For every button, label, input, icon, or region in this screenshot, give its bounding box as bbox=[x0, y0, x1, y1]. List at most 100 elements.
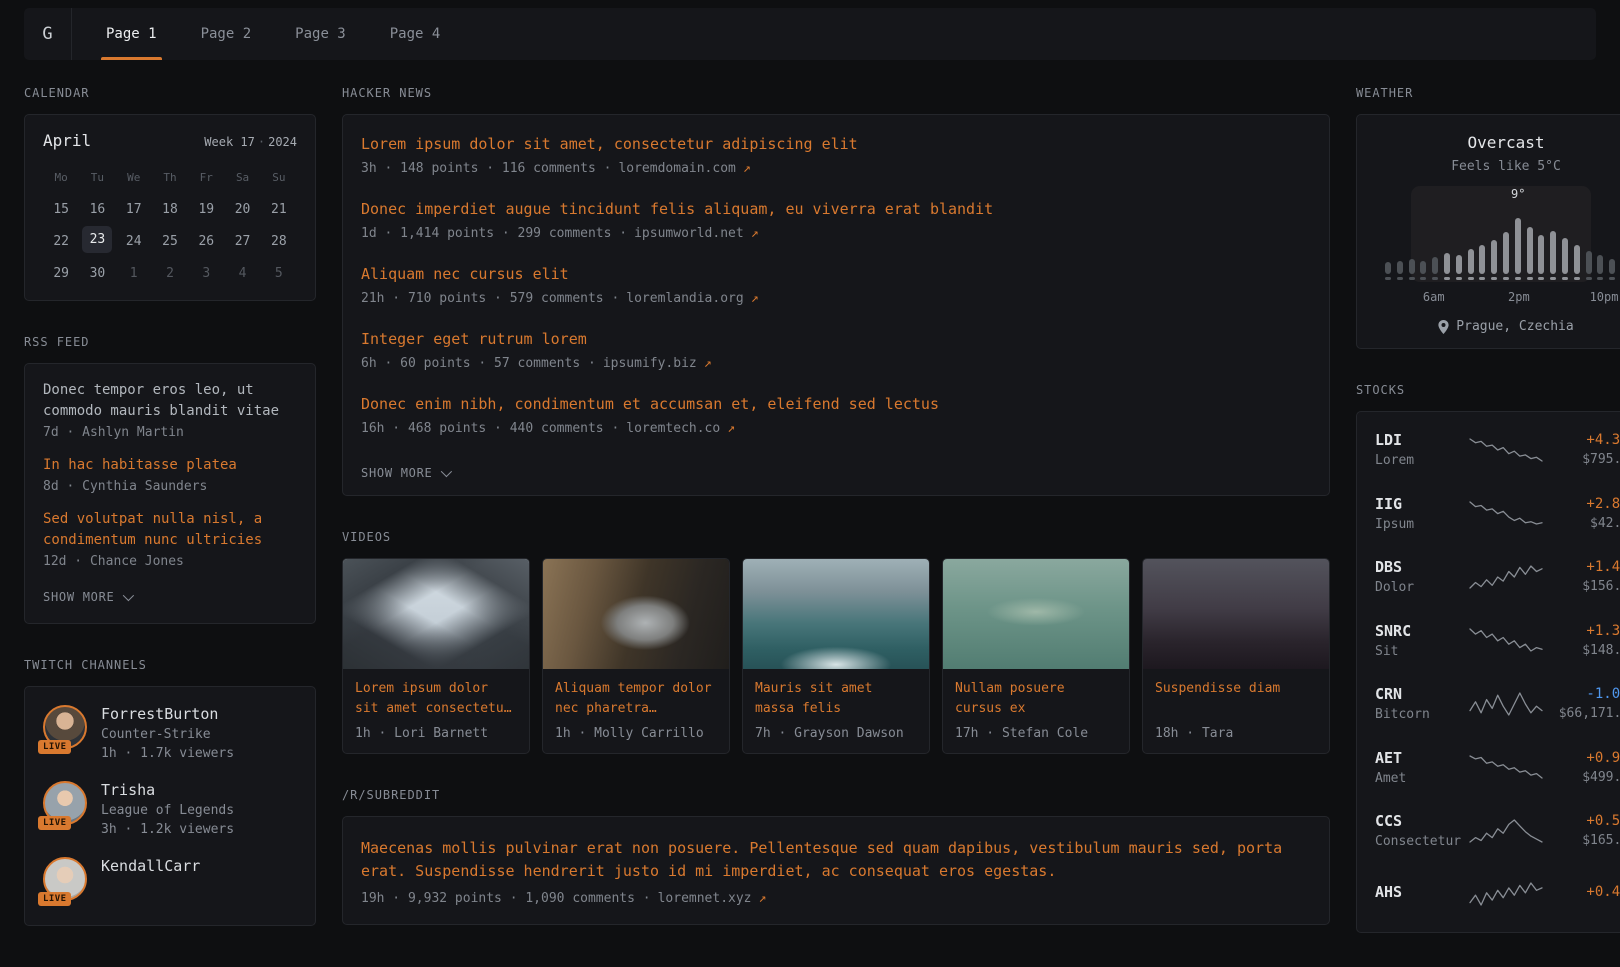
external-link-icon[interactable]: ↗ bbox=[751, 226, 759, 241]
stock-price: $499.72 bbox=[1544, 770, 1620, 785]
weather-hour-bar bbox=[1609, 259, 1615, 280]
rss-item-headline[interactable]: In hac habitasse platea bbox=[43, 455, 297, 476]
twitch-channel-name[interactable]: KendallCarr bbox=[101, 857, 200, 875]
calendar-day-header: Fr bbox=[188, 162, 224, 192]
calendar-day-header: We bbox=[116, 162, 152, 192]
video-meta: 1h · Molly Carrillo bbox=[555, 726, 717, 741]
weather-widget: WEATHER Overcast Feels like 5°C 9° 6am2p… bbox=[1356, 86, 1620, 349]
stock-values: +0.46% bbox=[1544, 884, 1620, 904]
stock-price: $42.04 bbox=[1544, 516, 1620, 531]
topbar: G Page 1 Page 2 Page 3 Page 4 bbox=[24, 8, 1596, 60]
news-item-stats: 21h · 710 points · 579 comments · bbox=[361, 291, 619, 306]
stock-name: Bitcorn bbox=[1375, 707, 1468, 722]
calendar-day-header: Mo bbox=[43, 162, 79, 192]
news-item: Lorem ipsum dolor sit amet, consectetur … bbox=[361, 135, 1311, 176]
chevron-down-icon bbox=[122, 590, 133, 601]
twitch-channel-name[interactable]: ForrestBurton bbox=[101, 705, 234, 723]
news-item-domain[interactable]: loremtech.co bbox=[626, 421, 720, 436]
video-card[interactable]: Nullam posuere cursus ex 17h · Stefan Co… bbox=[942, 558, 1130, 754]
news-item-domain[interactable]: loremdomain.com bbox=[618, 161, 735, 176]
stock-name: Lorem bbox=[1375, 453, 1468, 468]
calendar-day: 22 bbox=[43, 226, 79, 256]
rss-widget: RSS FEED Donec tempor eros leo, ut commo… bbox=[24, 335, 316, 624]
twitch-channel-row[interactable]: LIVE Trisha League of Legends 3h · 1.2k … bbox=[43, 781, 297, 837]
news-item-headline[interactable]: Aliquam nec cursus elit bbox=[361, 265, 1311, 283]
video-meta: 1h · Lori Barnett bbox=[355, 726, 517, 741]
video-name[interactable]: Suspendisse diam bbox=[1155, 679, 1317, 720]
app-logo[interactable]: G bbox=[24, 8, 72, 60]
hacker-news-show-more-button[interactable]: SHOW MORE bbox=[361, 466, 449, 480]
subreddit-post-domain[interactable]: loremnet.xyz bbox=[658, 891, 752, 906]
weather-hour-bar bbox=[1550, 231, 1556, 280]
rss-show-more-button[interactable]: SHOW MORE bbox=[43, 590, 131, 604]
external-link-icon[interactable]: ↗ bbox=[727, 421, 735, 436]
stock-change: +0.46% bbox=[1544, 884, 1620, 900]
hacker-news-title: HACKER NEWS bbox=[342, 86, 1330, 100]
news-item-headline[interactable]: Donec enim nibh, condimentum et accumsan… bbox=[361, 395, 1311, 413]
twitch-channel-row[interactable]: LIVE KendallCarr bbox=[43, 857, 297, 901]
rss-item[interactable]: Donec tempor eros leo, ut commodo mauris… bbox=[43, 380, 297, 440]
video-name[interactable]: Lorem ipsum dolor sit amet consectetu… bbox=[355, 679, 517, 720]
twitch-channel-name[interactable]: Trisha bbox=[101, 781, 234, 799]
calendar-day-selected: 23 bbox=[82, 226, 112, 253]
rss-item-headline[interactable]: Sed volutpat nulla nisl, a condimentum n… bbox=[43, 509, 297, 551]
news-item-headline[interactable]: Donec imperdiet augue tincidunt felis al… bbox=[361, 200, 1311, 218]
rss-item[interactable]: In hac habitasse platea 8d · Cynthia Sau… bbox=[43, 455, 297, 494]
twitch-widget: TWITCH CHANNELS LIVE ForrestBurton Count… bbox=[24, 658, 316, 926]
video-name[interactable]: Aliquam tempor dolor nec pharetra… bbox=[555, 679, 717, 720]
video-card[interactable]: Mauris sit amet massa felis 7h · Grayson… bbox=[742, 558, 930, 754]
external-link-icon[interactable]: ↗ bbox=[751, 291, 759, 306]
stock-row: CCS Consectetur +0.51% $165.84 bbox=[1375, 799, 1620, 863]
news-item-domain[interactable]: loremlandia.org bbox=[626, 291, 743, 306]
stock-name: Dolor bbox=[1375, 580, 1468, 595]
stock-row: SNRC Sit +1.36% $148.64 bbox=[1375, 609, 1620, 673]
video-card[interactable]: Aliquam tempor dolor nec pharetra… 1h · … bbox=[542, 558, 730, 754]
twitch-channel-meta: 1h · 1.7k viewers bbox=[101, 746, 234, 761]
weather-title: WEATHER bbox=[1356, 86, 1620, 100]
stock-row: DBS Dolor +1.42% $156.28 bbox=[1375, 545, 1620, 609]
news-item: Aliquam nec cursus elit 21h · 710 points… bbox=[361, 265, 1311, 306]
stock-change: +4.35% bbox=[1544, 432, 1620, 448]
subreddit-post: Maecenas mollis pulvinar erat non posuer… bbox=[361, 837, 1311, 906]
video-name[interactable]: Mauris sit amet massa felis bbox=[755, 679, 917, 720]
calendar-month: April bbox=[43, 131, 91, 150]
stock-symbol: AHS bbox=[1375, 883, 1468, 901]
twitch-title: TWITCH CHANNELS bbox=[24, 658, 316, 672]
subreddit-post-headline[interactable]: Maecenas mollis pulvinar erat non posuer… bbox=[361, 837, 1311, 882]
rss-card: Donec tempor eros leo, ut commodo mauris… bbox=[24, 363, 316, 624]
external-link-icon[interactable]: ↗ bbox=[759, 891, 767, 906]
stock-price: $156.28 bbox=[1544, 579, 1620, 594]
rss-item-headline[interactable]: Donec tempor eros leo, ut commodo mauris… bbox=[43, 380, 297, 422]
page-tab[interactable]: Page 1 bbox=[84, 8, 179, 60]
stock-identity: IIG Ipsum bbox=[1375, 495, 1468, 532]
news-item-meta: 3h · 148 points · 116 comments · loremdo… bbox=[361, 161, 1311, 176]
twitch-list: LIVE ForrestBurton Counter-Strike 1h · 1… bbox=[43, 705, 297, 901]
news-item-headline[interactable]: Integer eget rutrum lorem bbox=[361, 330, 1311, 348]
news-item-domain[interactable]: ipsumworld.net bbox=[634, 226, 744, 241]
video-name[interactable]: Nullam posuere cursus ex bbox=[955, 679, 1117, 720]
page-tab[interactable]: Page 2 bbox=[179, 8, 274, 60]
video-info: Mauris sit amet massa felis 7h · Grayson… bbox=[743, 669, 929, 753]
video-card[interactable]: Suspendisse diam 18h · Tara bbox=[1142, 558, 1330, 754]
rss-item-meta: 12d · Chance Jones bbox=[43, 554, 297, 569]
stock-name: Consectetur bbox=[1375, 834, 1468, 849]
news-item-meta: 1d · 1,414 points · 299 comments · ipsum… bbox=[361, 226, 1311, 241]
twitch-channel-row[interactable]: LIVE ForrestBurton Counter-Strike 1h · 1… bbox=[43, 705, 297, 761]
stock-values: -1.00% $66,171.48 bbox=[1544, 686, 1620, 721]
rss-item[interactable]: Sed volutpat nulla nisl, a condimentum n… bbox=[43, 509, 297, 569]
rss-title: RSS FEED bbox=[24, 335, 316, 349]
calendar-day: 17 bbox=[116, 194, 152, 224]
video-card[interactable]: Lorem ipsum dolor sit amet consectetu… 1… bbox=[342, 558, 530, 754]
news-item-domain[interactable]: ipsumify.biz bbox=[603, 356, 697, 371]
twitch-avatar: LIVE bbox=[43, 705, 87, 749]
stocks-list: LDI Lorem +4.35% $795.18 IIG Ipsum +2.84… bbox=[1375, 418, 1620, 926]
external-link-icon[interactable]: ↗ bbox=[743, 161, 751, 176]
calendar-year: 2024 bbox=[268, 135, 297, 149]
page-tab[interactable]: Page 4 bbox=[368, 8, 463, 60]
weather-hour-label: 2pm bbox=[1508, 290, 1530, 304]
page-tab[interactable]: Page 3 bbox=[273, 8, 368, 60]
stock-change: +1.42% bbox=[1544, 559, 1620, 575]
news-item-headline[interactable]: Lorem ipsum dolor sit amet, consectetur … bbox=[361, 135, 1311, 153]
weather-card: Overcast Feels like 5°C 9° 6am2pm10pm Pr… bbox=[1356, 114, 1620, 349]
external-link-icon[interactable]: ↗ bbox=[704, 356, 712, 371]
